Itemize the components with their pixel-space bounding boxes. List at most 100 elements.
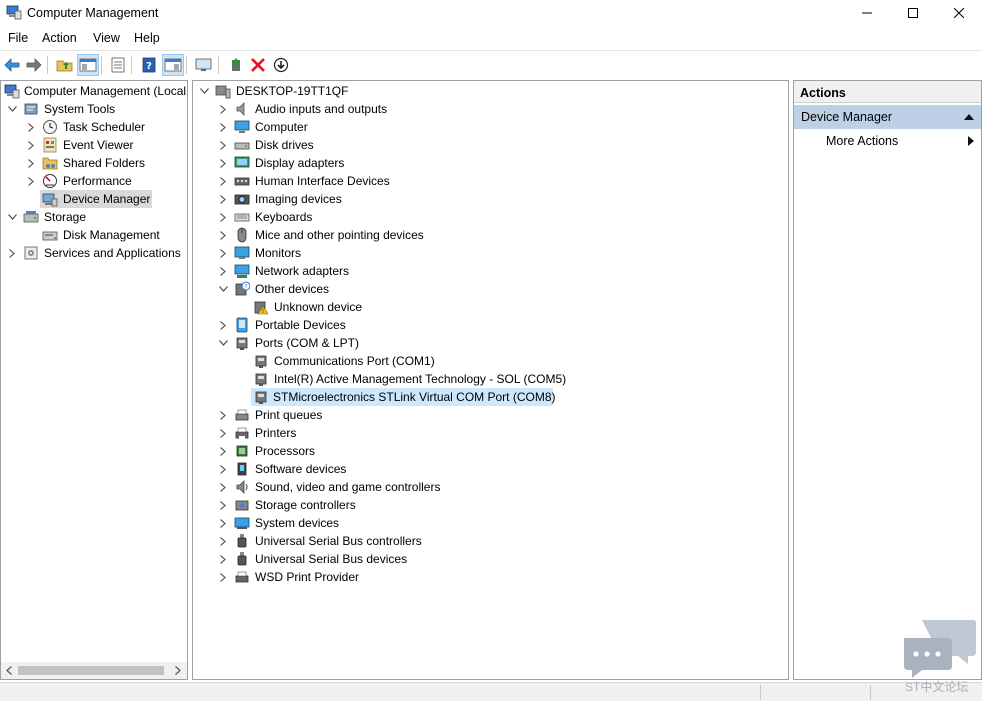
- menu-action[interactable]: Action: [42, 31, 77, 45]
- tree-item-shared-folders[interactable]: Shared Folders: [1, 154, 187, 172]
- chevron-right-icon[interactable]: [218, 460, 228, 478]
- device-item-selected[interactable]: STMicroelectronics STLink Virtual COM Po…: [251, 388, 556, 406]
- toolbar: ?: [0, 50, 982, 78]
- chevron-right-icon[interactable]: [26, 154, 36, 172]
- back-button[interactable]: [1, 54, 23, 76]
- chevron-right-icon[interactable]: [218, 496, 228, 514]
- console-view-button[interactable]: [162, 54, 184, 76]
- close-button[interactable]: [936, 0, 982, 26]
- device-category[interactable]: Network adapters: [193, 262, 787, 280]
- chevron-right-icon[interactable]: [218, 406, 228, 424]
- chevron-right-icon[interactable]: [218, 316, 228, 334]
- disable-device-button[interactable]: [270, 54, 292, 76]
- device-tree-pane[interactable]: DESKTOP-19TT1QF Audio inputs and outputs C…: [192, 80, 789, 680]
- tree-item-event-viewer[interactable]: Event Viewer: [1, 136, 187, 154]
- scroll-left-icon[interactable]: [6, 666, 12, 675]
- chevron-right-icon[interactable]: [218, 154, 228, 172]
- show-hide-console-tree-button[interactable]: [77, 54, 99, 76]
- tree-item-disk-management[interactable]: Disk Management: [1, 226, 187, 244]
- more-actions-item[interactable]: More Actions: [794, 130, 981, 152]
- device-category[interactable]: Ports (COM & LPT): [193, 334, 787, 352]
- tree-item-computer-management[interactable]: Computer Management (Local: [1, 82, 187, 100]
- scroll-right-icon[interactable]: [175, 666, 181, 675]
- device-category[interactable]: Imaging devices: [193, 190, 787, 208]
- menu-view[interactable]: View: [93, 31, 120, 45]
- device-category[interactable]: Human Interface Devices: [193, 172, 787, 190]
- tree-item-label: Mice and other pointing devices: [255, 228, 424, 242]
- chevron-right-icon[interactable]: [218, 478, 228, 496]
- tree-item-performance[interactable]: Performance: [1, 172, 187, 190]
- device-category[interactable]: System devices: [193, 514, 787, 532]
- chevron-right-icon[interactable]: [218, 262, 228, 280]
- device-category[interactable]: Universal Serial Bus controllers: [193, 532, 787, 550]
- chevron-right-icon[interactable]: [218, 244, 228, 262]
- update-driver-button[interactable]: [225, 54, 247, 76]
- device-category[interactable]: Universal Serial Bus devices: [193, 550, 787, 568]
- device-tree-root[interactable]: DESKTOP-19TT1QF: [193, 82, 787, 100]
- device-category[interactable]: Processors: [193, 442, 787, 460]
- help-button[interactable]: ?: [138, 54, 160, 76]
- chevron-right-icon[interactable]: [26, 118, 36, 136]
- forward-button[interactable]: [23, 54, 45, 76]
- chevron-right-icon[interactable]: [218, 118, 228, 136]
- tree-item-task-scheduler[interactable]: Task Scheduler: [1, 118, 187, 136]
- device-item[interactable]: ! Unknown device: [193, 298, 787, 316]
- device-category[interactable]: Display adapters: [193, 154, 787, 172]
- device-item[interactable]: Communications Port (COM1): [193, 352, 787, 370]
- chevron-right-icon[interactable]: [218, 514, 228, 532]
- device-category[interactable]: Software devices: [193, 460, 787, 478]
- chevron-down-icon[interactable]: [7, 100, 17, 118]
- chevron-right-icon[interactable]: [26, 136, 36, 154]
- actions-section-device-manager[interactable]: Device Manager: [794, 105, 981, 129]
- horizontal-scrollbar[interactable]: [1, 662, 187, 679]
- device-category[interactable]: WSD Print Provider: [193, 568, 787, 586]
- up-one-level-button[interactable]: [54, 54, 76, 76]
- device-category[interactable]: Storage controllers: [193, 496, 787, 514]
- chevron-down-icon[interactable]: [7, 208, 17, 226]
- chevron-right-icon[interactable]: [218, 568, 228, 586]
- more-actions-label: More Actions: [826, 134, 899, 148]
- device-category[interactable]: Monitors: [193, 244, 787, 262]
- device-category[interactable]: Audio inputs and outputs: [193, 100, 787, 118]
- chevron-right-icon[interactable]: [218, 550, 228, 568]
- device-category[interactable]: Print queues: [193, 406, 787, 424]
- uninstall-device-button[interactable]: [247, 54, 269, 76]
- chevron-right-icon[interactable]: [218, 532, 228, 550]
- chevron-right-icon[interactable]: [218, 172, 228, 190]
- tree-item-system-tools[interactable]: System Tools: [1, 100, 187, 118]
- chevron-down-icon[interactable]: [218, 334, 228, 352]
- chevron-right-icon[interactable]: [7, 244, 17, 262]
- menu-help[interactable]: Help: [134, 31, 160, 45]
- chevron-right-icon[interactable]: [218, 442, 228, 460]
- device-item[interactable]: Intel(R) Active Management Technology - …: [193, 370, 787, 388]
- chevron-right-icon[interactable]: [218, 226, 228, 244]
- chevron-right-icon[interactable]: [218, 190, 228, 208]
- minimize-button[interactable]: [844, 0, 890, 26]
- collapse-up-icon[interactable]: [964, 114, 974, 120]
- device-category[interactable]: Computer: [193, 118, 787, 136]
- chevron-right-icon[interactable]: [218, 208, 228, 226]
- scrollbar-thumb[interactable]: [18, 666, 164, 675]
- device-category[interactable]: Printers: [193, 424, 787, 442]
- device-category[interactable]: Sound, video and game controllers: [193, 478, 787, 496]
- chevron-right-icon[interactable]: [218, 100, 228, 118]
- scan-hardware-button[interactable]: [193, 54, 215, 76]
- chevron-right-icon[interactable]: [26, 172, 36, 190]
- chevron-down-icon[interactable]: [218, 280, 228, 298]
- tree-item-services-and-applications[interactable]: Services and Applications: [1, 244, 187, 262]
- tree-item-storage[interactable]: Storage: [1, 208, 187, 226]
- properties-button[interactable]: [107, 54, 129, 76]
- tree-item-device-manager[interactable]: Device Manager: [40, 190, 152, 208]
- update-driver-icon: [232, 58, 240, 71]
- device-category[interactable]: Portable Devices: [193, 316, 787, 334]
- device-category[interactable]: Disk drives: [193, 136, 787, 154]
- chevron-right-icon[interactable]: [218, 136, 228, 154]
- menu-file[interactable]: File: [8, 31, 28, 45]
- console-tree-pane[interactable]: Computer Management (Local System Tools …: [0, 80, 188, 680]
- chevron-down-icon[interactable]: [199, 82, 209, 100]
- device-category[interactable]: Mice and other pointing devices: [193, 226, 787, 244]
- device-category[interactable]: Keyboards: [193, 208, 787, 226]
- chevron-right-icon[interactable]: [218, 424, 228, 442]
- device-category[interactable]: ? Other devices: [193, 280, 787, 298]
- maximize-button[interactable]: [890, 0, 936, 26]
